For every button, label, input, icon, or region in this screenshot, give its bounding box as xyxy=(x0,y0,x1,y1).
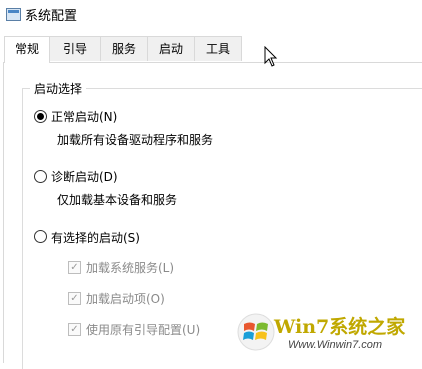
load-startup-items-checkbox[interactable]: ✓ xyxy=(68,292,81,305)
load-system-services-checkbox[interactable]: ✓ xyxy=(68,261,81,274)
watermark-url: Www.Winwin7.com xyxy=(288,339,383,351)
title-bar: 系统配置 xyxy=(0,0,422,30)
load-startup-items-label[interactable]: 加载启动项(O) xyxy=(86,290,165,307)
tab-tools[interactable]: 工具 xyxy=(194,36,242,61)
watermark-brand: Win7系统之家 xyxy=(274,316,406,338)
tab-boot[interactable]: 引导 xyxy=(49,36,101,61)
windows-logo-icon xyxy=(237,313,275,351)
tab-general[interactable]: 常规 xyxy=(4,36,50,63)
use-original-boot-config-label[interactable]: 使用原有引导配置(U) xyxy=(86,321,200,338)
tab-startup[interactable]: 启动 xyxy=(147,36,195,61)
window-title: 系统配置 xyxy=(25,9,78,24)
selective-startup-radio[interactable] xyxy=(34,230,47,243)
mouse-cursor-icon xyxy=(264,46,278,67)
diagnostic-startup-label[interactable]: 诊断启动(D) xyxy=(51,168,118,185)
watermark: Win7系统之家 Www.Winwin7.com xyxy=(234,308,420,358)
diagnostic-startup-radio[interactable] xyxy=(34,170,47,183)
startup-selection-title: 启动选择 xyxy=(30,80,87,97)
normal-startup-radio[interactable] xyxy=(34,110,47,123)
use-original-boot-config-checkbox[interactable]: ✓ xyxy=(68,323,81,336)
selective-startup-label[interactable]: 有选择的启动(S) xyxy=(51,229,140,246)
tab-strip: 常规 引导 服务 启动 工具 xyxy=(0,36,422,63)
diagnostic-startup-description: 仅加载基本设备和服务 xyxy=(57,193,178,207)
app-icon xyxy=(6,8,21,21)
normal-startup-description: 加载所有设备驱动程序和服务 xyxy=(57,133,214,147)
normal-startup-label[interactable]: 正常启动(N) xyxy=(51,108,117,125)
load-system-services-label[interactable]: 加载系统服务(L) xyxy=(86,259,174,276)
tab-services[interactable]: 服务 xyxy=(100,36,148,61)
